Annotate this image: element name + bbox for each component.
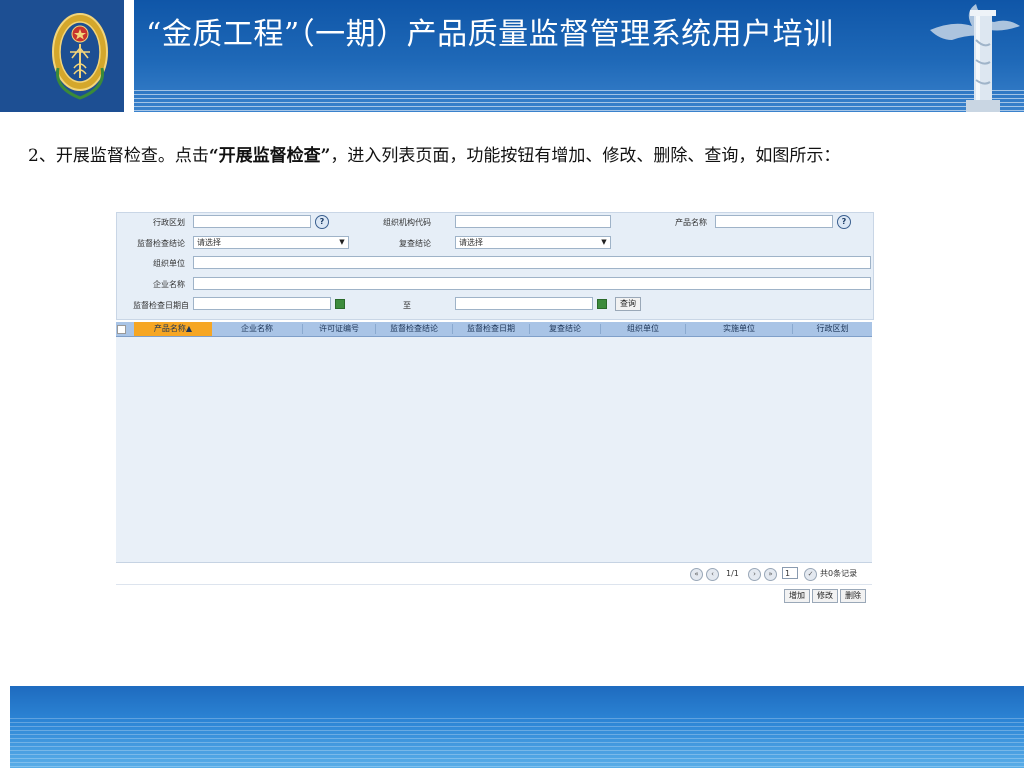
footer-edge [0,686,10,768]
column-region[interactable]: 行政区划 [793,322,872,336]
column-recheck[interactable]: 复查结论 [530,322,600,336]
instruction-prefix: 2、开展监督检查。点击 [28,146,209,166]
last-page-icon[interactable]: » [764,568,777,581]
product-name-label: 产品名称 [675,218,707,227]
decor-lines [134,90,1024,112]
prev-page-icon[interactable]: ‹ [706,568,719,581]
column-check-date[interactable]: 监督检查日期 [453,322,529,336]
instruction-suffix: ，进入列表页面，功能按钮有增加、修改、删除、查询，如图所示： [330,146,841,166]
chevron-down-icon: ▼ [601,238,607,246]
huabiao-pillar-icon [930,4,1020,112]
calendar-icon[interactable] [597,299,607,309]
region-label: 行政区划 [153,218,185,227]
grid-header: 产品名称▲ 企业名称 许可证编号 监督检查结论 监督检查日期 复查结论 组织单位… [116,322,872,337]
edit-button[interactable]: 修改 [812,589,838,603]
conclusion-select-value: 请选择 [197,238,221,247]
select-all-checkbox[interactable] [117,325,126,334]
region-input[interactable] [193,215,311,228]
org-code-input[interactable] [455,215,611,228]
date-to-label: 至 [403,301,411,310]
page-title: “金质工程”（一期）产品质量监督管理系统用户培训 [146,17,834,52]
column-company-name[interactable]: 企业名称 [212,322,302,336]
page-number-input[interactable]: 1 [782,567,798,579]
column-product-name[interactable]: 产品名称▲ [134,322,212,336]
conclusion-select[interactable]: 请选择 ▼ [193,236,349,249]
add-button[interactable]: 增加 [784,589,810,603]
column-license-no[interactable]: 许可证编号 [303,322,375,336]
instruction-paragraph: 2、开展监督检查。点击“开展监督检查”，进入列表页面，功能按钮有增加、修改、删除… [28,143,998,169]
calendar-icon[interactable] [335,299,345,309]
first-page-icon[interactable]: « [690,568,703,581]
product-help-icon[interactable]: ? [837,215,851,229]
company-input[interactable] [193,277,871,290]
date-from-label: 监督检查日期自 [133,301,189,310]
company-label: 企业名称 [153,280,185,289]
search-form: 行政区划 ? 组织机构代码 产品名称 ? 监督检查结论 请选择 ▼ 复查结论 请… [116,212,874,320]
pagination-bar: « ‹ 1/1 › » 1 ✓ 共0条记录 [116,564,872,585]
chevron-down-icon: ▼ [339,238,345,246]
logo-panel [0,0,128,112]
delete-button[interactable]: 删除 [840,589,866,603]
org-code-label: 组织机构代码 [383,218,431,227]
footer-band [0,686,1024,768]
org-unit-label: 组织单位 [153,259,185,268]
action-bar: 增加 修改 删除 [116,585,872,607]
next-page-icon[interactable]: › [748,568,761,581]
app-screenshot: 行政区划 ? 组织机构代码 产品名称 ? 监督检查结论 请选择 ▼ 复查结论 请… [116,212,874,610]
org-unit-input[interactable] [193,256,871,269]
recheck-select[interactable]: 请选择 ▼ [455,236,611,249]
total-records: 共0条记录 [820,569,858,578]
grid-body [116,337,872,563]
region-help-icon[interactable]: ? [315,215,329,229]
query-button[interactable]: 查询 [615,297,641,311]
divider [124,0,128,112]
date-to-input[interactable] [455,297,593,310]
column-org-unit[interactable]: 组织单位 [601,322,685,336]
go-page-icon[interactable]: ✓ [804,568,817,581]
product-name-input[interactable] [715,215,833,228]
decor-lines [0,718,1024,768]
emblem-icon [52,13,108,100]
column-check-conclusion[interactable]: 监督检查结论 [376,322,452,336]
column-executor[interactable]: 实施单位 [686,322,792,336]
recheck-label: 复查结论 [399,239,431,248]
title-panel: “金质工程”（一期）产品质量监督管理系统用户培训 [134,0,1024,112]
date-from-input[interactable] [193,297,331,310]
page-info: 1/1 [726,569,739,578]
recheck-select-value: 请选择 [459,238,483,247]
instruction-highlight: “开展监督检查” [208,146,331,166]
conclusion-label: 监督检查结论 [137,239,185,248]
header-banner: “金质工程”（一期）产品质量监督管理系统用户培训 [0,0,1024,112]
